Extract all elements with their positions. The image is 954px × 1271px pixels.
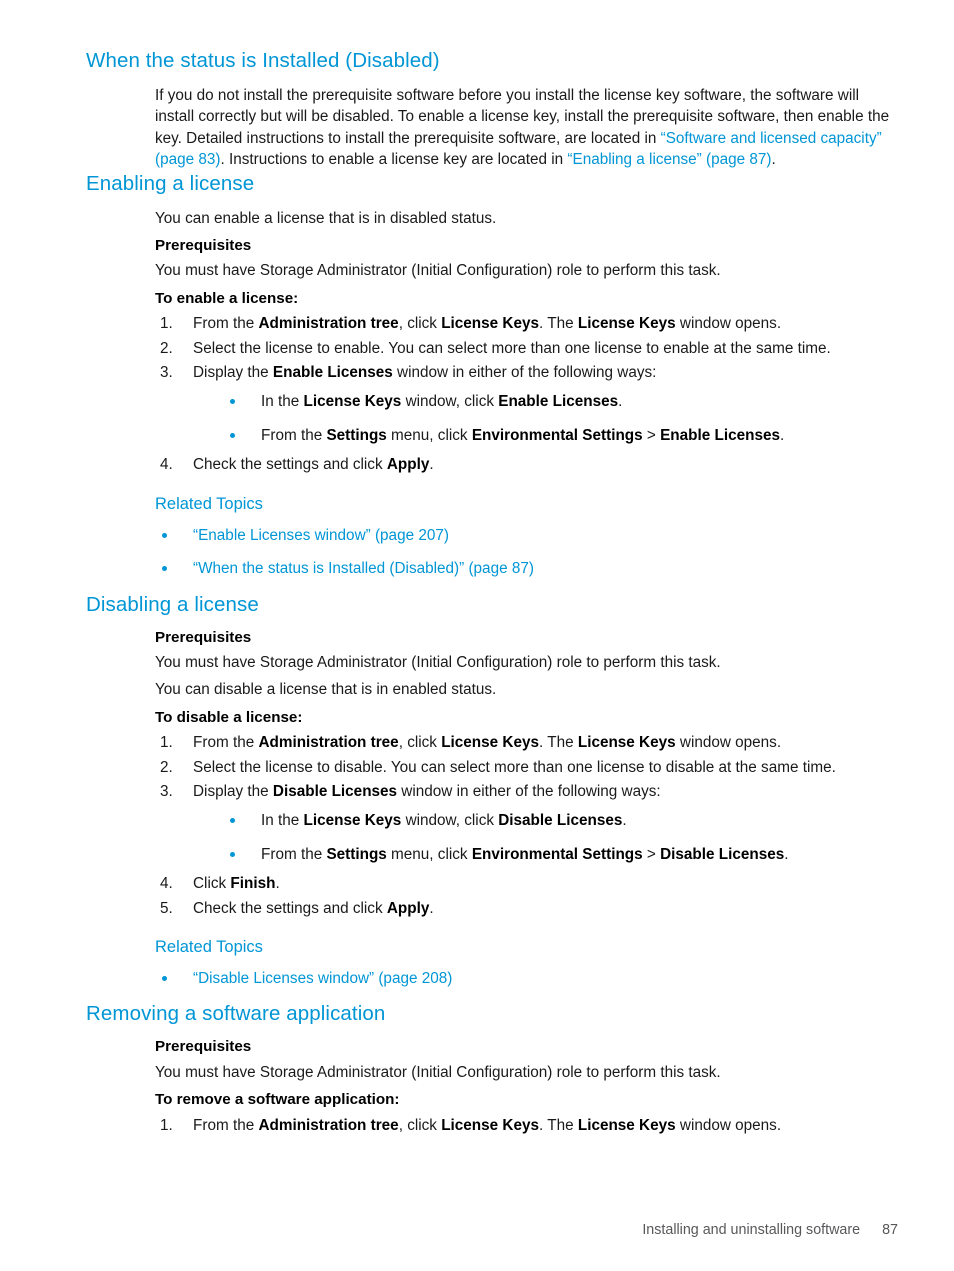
section-body-enabling-license: You can enable a license that is in disa… [155,208,898,580]
related-topics-heading: Related Topics [155,937,263,956]
step-text: From the Administration tree, click Lice… [193,1116,782,1134]
list-item: “When the status is Installed (Disabled)… [155,558,898,579]
substep-text: From the Settings menu, click Environmen… [261,845,789,863]
list-item: In the License Keys window, click Enable… [193,391,898,412]
substep-text: From the Settings menu, click Environmen… [261,426,785,444]
list-item: 5. Check the settings and click Apply. [155,898,898,919]
bullet-dot-icon [162,532,167,538]
list-item: In the License Keys window, click Disabl… [193,810,898,831]
step-text: Select the license to disable. You can s… [193,758,836,776]
step-number: 1. [160,734,173,752]
link-disable-licenses-window[interactable]: “Disable Licenses window” (page 208) [193,970,452,987]
substep-text: In the License Keys window, click Enable… [261,393,623,411]
removing-task-label: To remove a software application: [155,1091,400,1109]
list-item: 2. Select the license to disable. You can… [155,757,898,778]
link-when-status-installed-disabled[interactable]: “When the status is Installed (Disabled)… [193,560,534,577]
bullet-dot-icon [162,566,167,572]
heading-removing-a-software-application: Removing a software application [86,1002,386,1026]
section-body-disabling-license: Prerequisites You must have Storage Admi… [155,627,898,990]
document-page: When the status is Installed (Disabled) … [0,0,954,1271]
step-number: 1. [160,315,173,333]
enabling-task-label: To enable a license: [155,289,299,307]
disabling-intro-text: You can disable a license that is in ena… [155,681,497,699]
substep-text: In the License Keys window, click Disabl… [261,812,627,830]
enabling-prerequisites-text: You must have Storage Administrator (Ini… [155,262,721,280]
page-footer: Installing and uninstalling software 87 [0,1222,898,1238]
step-number: 2. [160,758,173,776]
link-enable-licenses-window[interactable]: “Enable Licenses window” (page 207) [193,527,449,544]
step-text: Select the license to enable. You can se… [193,339,831,357]
step-text: From the Administration tree, click Lice… [193,734,782,752]
disabling-related-topics: Related Topics “Disable Licenses window”… [155,936,898,989]
disabling-prerequisites-label: Prerequisites [155,628,252,646]
bullet-dot-icon [230,432,235,438]
list-item: From the Settings menu, click Environmen… [193,844,898,865]
bullet-dot-icon [230,851,235,857]
footer-chapter-title: Installing and uninstalling software [642,1222,861,1238]
disabling-prerequisites-text: You must have Storage Administrator (Ini… [155,653,721,671]
paragraph-part-2: . Instructions to enable a license key a… [220,151,568,169]
step-text: Check the settings and click Apply. [193,899,434,917]
list-item: “Enable Licenses window” (page 207) [155,525,898,546]
removing-prerequisites-text: You must have Storage Administrator (Ini… [155,1063,721,1081]
bullet-dot-icon [162,975,167,981]
disabling-task-label: To disable a license: [155,708,303,726]
heading-disabling-a-license: Disabling a license [86,592,259,616]
list-item: 3. Display the Enable Licenses window in … [155,362,898,446]
paragraph-installed-disabled: If you do not install the prerequisite s… [155,85,898,171]
enabling-steps-list: 1. From the Administration tree, click Li… [155,313,898,475]
step-number: 3. [160,782,173,800]
page-content: When the status is Installed (Disabled) … [86,48,898,1139]
enabling-prerequisites-label: Prerequisites [155,237,252,255]
step-number: 3. [160,364,173,382]
step-text: Display the Enable Licenses window in ei… [193,364,657,382]
bullet-dot-icon [230,818,235,824]
heading-enabling-a-license: Enabling a license [86,171,255,195]
disabling-steps-list: 1. From the Administration tree, click Li… [155,732,898,919]
list-item: “Disable Licenses window” (page 208) [155,968,898,989]
step-text: Display the Disable Licenses window in e… [193,782,661,800]
disabling-substeps-list: In the License Keys window, click Disabl… [193,810,898,865]
section-body-installed-disabled: If you do not install the prerequisite s… [155,85,898,171]
related-topics-list: “Enable Licenses window” (page 207) “Whe… [155,525,898,580]
list-item: 1. From the Administration tree, click Li… [155,732,898,753]
paragraph-part-3: . [771,151,776,169]
link-enabling-a-license[interactable]: “Enabling a license” (page 87) [567,151,771,168]
step-text: Check the settings and click Apply. [193,456,434,474]
removing-prerequisites-label: Prerequisites [155,1038,252,1056]
step-text: Click Finish. [193,875,280,893]
list-item: 1. From the Administration tree, click Li… [155,1115,898,1136]
enabling-related-topics: Related Topics “Enable Licenses window” … [155,493,898,580]
bullet-dot-icon [230,399,235,405]
enabling-intro-text: You can enable a license that is in disa… [155,209,497,227]
enabling-substeps-list: In the License Keys window, click Enable… [193,391,898,446]
heading-when-status-installed-disabled: When the status is Installed (Disabled) [86,49,440,72]
list-item: 4. Check the settings and click Apply. [155,454,898,475]
removing-steps-list: 1. From the Administration tree, click Li… [155,1115,898,1136]
footer-page-number: 87 [882,1222,898,1238]
related-topics-list: “Disable Licenses window” (page 208) [155,968,898,989]
list-item: 4. Click Finish. [155,873,898,894]
step-number: 5. [160,899,173,917]
section-body-removing-app: Prerequisites You must have Storage Admi… [155,1036,898,1136]
step-number: 4. [160,456,173,474]
related-topics-heading: Related Topics [155,494,263,513]
step-number: 4. [160,875,173,893]
step-number: 2. [160,339,173,357]
list-item: 1. From the Administration tree, click Li… [155,313,898,334]
list-item: 3. Display the Disable Licenses window in… [155,781,898,865]
step-text: From the Administration tree, click Lice… [193,315,782,333]
step-number: 1. [160,1116,173,1134]
list-item: 2. Select the license to enable. You can … [155,338,898,359]
list-item: From the Settings menu, click Environmen… [193,425,898,446]
